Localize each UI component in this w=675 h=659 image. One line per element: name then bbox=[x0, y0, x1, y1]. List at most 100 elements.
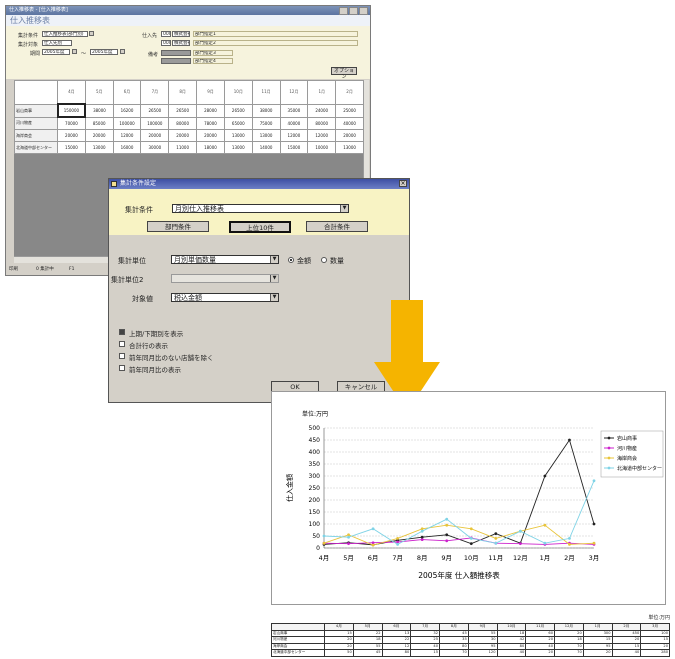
supplier-name-field[interactable]: 株式会社 bbox=[172, 31, 190, 37]
grid-cell[interactable]: 20000 bbox=[168, 129, 198, 142]
grid-cell[interactable]: 35000 bbox=[279, 103, 309, 118]
status-mid: 0 集計中 bbox=[36, 267, 54, 272]
grid-cell[interactable]: 100000 bbox=[112, 116, 142, 130]
grid-cell[interactable]: 25000 bbox=[335, 103, 364, 118]
grid-cell[interactable]: 24000 bbox=[307, 103, 337, 118]
dialog-title: 集計条件設定 bbox=[120, 180, 157, 187]
supplier-name-field-2[interactable]: 株式会社 bbox=[172, 40, 190, 46]
grid-cell[interactable]: 28000 bbox=[196, 103, 225, 118]
grid-cell[interactable]: 15000 bbox=[279, 141, 309, 154]
grid-cell[interactable]: 10000 bbox=[307, 141, 337, 154]
radio-amount[interactable] bbox=[288, 257, 294, 263]
data-point bbox=[347, 535, 350, 539]
grid-cell[interactable]: 12000 bbox=[307, 129, 337, 142]
unit-label: 集計単位 bbox=[118, 257, 146, 265]
grid-cell[interactable]: 78000 bbox=[196, 116, 225, 130]
grid-row-label: 北海道中部センター bbox=[14, 141, 58, 154]
cond-select-value: 月別仕入推移表 bbox=[175, 205, 224, 213]
legend-label: 岩山商事 bbox=[617, 435, 637, 442]
range-field-1[interactable]: 部門指定1 bbox=[193, 31, 358, 37]
grid-cell[interactable]: 15000 bbox=[57, 141, 86, 154]
tab-top10[interactable]: 上位10件 bbox=[229, 221, 291, 233]
option-checkbox[interactable] bbox=[119, 329, 125, 335]
tab-total-condition[interactable]: 合計条件 bbox=[306, 221, 368, 232]
grid-cell[interactable]: 12000 bbox=[112, 129, 142, 142]
y-tick-label: 300 bbox=[309, 473, 321, 480]
grid-cell[interactable]: 12000 bbox=[279, 129, 309, 142]
grid-corner bbox=[14, 80, 58, 105]
grid-cell[interactable]: 18000 bbox=[196, 141, 225, 154]
memo-value-1[interactable]: 部門指定3 bbox=[193, 50, 233, 56]
grid-cell[interactable]: 80000 bbox=[168, 116, 198, 130]
memo-value-2[interactable]: 部門指定4 bbox=[193, 58, 233, 64]
period-from-dropdown[interactable] bbox=[72, 49, 77, 54]
x-tick-label: 10月 bbox=[464, 554, 479, 562]
option-button[interactable]: オプション bbox=[331, 67, 357, 80]
grid-cell[interactable]: 150000 bbox=[56, 103, 87, 118]
memo-field[interactable] bbox=[161, 50, 191, 56]
grid-cell[interactable]: 26500 bbox=[140, 103, 170, 118]
option-checkbox[interactable] bbox=[119, 353, 125, 359]
range-field-2[interactable]: 部門指定2 bbox=[193, 40, 358, 46]
summary-cell: 70 bbox=[439, 649, 469, 657]
cond-select[interactable]: 月別仕入推移表 ▼ bbox=[172, 204, 349, 213]
grid-cell[interactable]: 11000 bbox=[168, 141, 198, 154]
supplier-code-field[interactable]: 0000 bbox=[161, 31, 171, 37]
grid-cell[interactable]: 20000 bbox=[335, 129, 364, 142]
dialog-close-icon[interactable]: × bbox=[399, 180, 407, 187]
grid-cell[interactable]: 100000 bbox=[140, 116, 170, 130]
period-to-field[interactable]: 2005年度 bbox=[90, 49, 118, 55]
grid-cell[interactable]: 13000 bbox=[84, 141, 114, 154]
dialog-app-icon bbox=[111, 181, 117, 187]
supplier-code-field-2[interactable]: 0000 bbox=[161, 40, 171, 46]
grid-cell[interactable]: 70000 bbox=[57, 116, 86, 130]
grid-cell[interactable]: 40000 bbox=[335, 116, 364, 130]
agg-condition-dropdown[interactable] bbox=[89, 31, 94, 36]
data-point bbox=[543, 474, 547, 478]
maximize-button[interactable] bbox=[349, 7, 358, 15]
data-grid: 4月 5月 6月 7月 8月 9月 10月 11月 12月 1月 2月 岩山商事 150000 3800… bbox=[14, 80, 364, 154]
option-checkbox[interactable] bbox=[119, 341, 125, 347]
period-from-field[interactable]: 2005年度 bbox=[42, 49, 70, 55]
grid-cell[interactable]: 26500 bbox=[168, 103, 198, 118]
minimize-button[interactable] bbox=[339, 7, 348, 15]
grid-cell[interactable]: 80000 bbox=[307, 116, 337, 130]
grid-cell[interactable]: 13000 bbox=[223, 129, 253, 142]
data-point bbox=[568, 537, 571, 540]
grid-cell[interactable]: 38000 bbox=[251, 103, 281, 118]
grid-cell[interactable]: 13000 bbox=[251, 129, 281, 142]
grid-cell[interactable]: 40000 bbox=[279, 116, 309, 130]
grid-cell[interactable]: 20000 bbox=[57, 129, 86, 142]
close-button[interactable] bbox=[359, 7, 368, 15]
grid-cell[interactable]: 38000 bbox=[84, 103, 114, 118]
grid-cell[interactable]: 65000 bbox=[223, 116, 253, 130]
summary-cell: 280 bbox=[640, 649, 670, 657]
grid-cell[interactable]: 20000 bbox=[84, 129, 114, 142]
grid-cell[interactable]: 13000 bbox=[335, 141, 364, 154]
grid-cell[interactable]: 30000 bbox=[140, 141, 170, 154]
legend-marker bbox=[607, 436, 611, 440]
agg-target-field[interactable]: 仕入先別 bbox=[42, 40, 72, 46]
grid-cell[interactable]: 26500 bbox=[223, 103, 253, 118]
grid-cell[interactable]: 20000 bbox=[196, 129, 225, 142]
target-select[interactable]: 税込金額 ▼ bbox=[171, 293, 279, 302]
period-to-dropdown[interactable] bbox=[120, 49, 125, 54]
memo-field-2[interactable] bbox=[161, 58, 191, 64]
grid-cell[interactable]: 16000 bbox=[112, 141, 142, 154]
option-checkbox[interactable] bbox=[119, 365, 125, 371]
unit2-select[interactable]: ▼ bbox=[171, 274, 279, 283]
summary-unit-label: 単位:万円 bbox=[648, 615, 670, 621]
grid-cell[interactable]: 14000 bbox=[251, 141, 281, 154]
y-tick-label: 400 bbox=[309, 449, 321, 456]
chevron-down-icon: ▼ bbox=[340, 205, 348, 212]
tab-dept-condition[interactable]: 部門条件 bbox=[147, 221, 209, 232]
unit-select[interactable]: 月別単価数量 ▼ bbox=[171, 255, 279, 264]
radio-quantity[interactable] bbox=[321, 257, 327, 263]
grid-cell[interactable]: 16200 bbox=[112, 103, 142, 118]
x-tick-label: 12月 bbox=[513, 554, 528, 562]
grid-cell[interactable]: 75000 bbox=[251, 116, 281, 130]
grid-cell[interactable]: 20000 bbox=[140, 129, 170, 142]
grid-cell[interactable]: 13000 bbox=[223, 141, 253, 154]
grid-cell[interactable]: 85000 bbox=[84, 116, 114, 130]
agg-condition-field[interactable]: 仕入推移表(部門別) bbox=[42, 31, 88, 37]
